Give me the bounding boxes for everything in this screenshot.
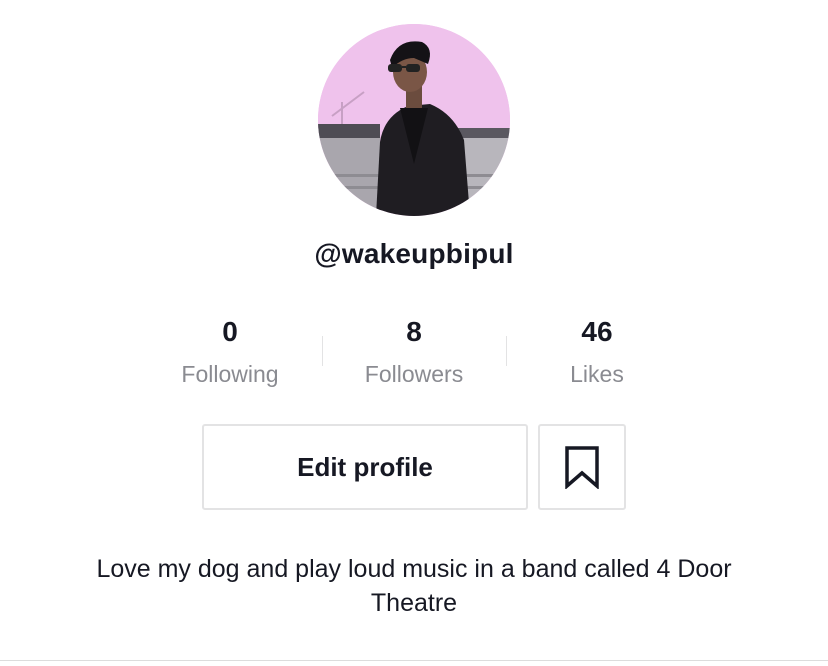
likes-label: Likes: [570, 361, 624, 387]
edit-profile-label: Edit profile: [297, 451, 433, 482]
edit-profile-button[interactable]: Edit profile: [202, 424, 528, 510]
followers-count: 8: [406, 316, 422, 347]
stat-divider: [322, 336, 323, 366]
stat-divider: [506, 336, 507, 366]
following-count: 0: [222, 316, 238, 347]
bookmark-icon: [565, 446, 599, 489]
avatar-photo: [318, 24, 510, 216]
bio-text: Love my dog and play loud music in a ban…: [96, 555, 732, 617]
bookmark-button[interactable]: [538, 424, 626, 510]
avatar[interactable]: [318, 24, 510, 216]
following-label: Following: [181, 361, 279, 387]
followers-label: Followers: [364, 361, 464, 387]
stat-followers[interactable]: 8 Followers: [329, 316, 499, 388]
stat-following[interactable]: 0 Following: [145, 316, 315, 388]
divider: [0, 660, 828, 661]
likes-count: 46: [581, 316, 613, 347]
stat-likes[interactable]: 46 Likes: [512, 316, 682, 388]
username: @wakeupbipul: [314, 238, 514, 269]
